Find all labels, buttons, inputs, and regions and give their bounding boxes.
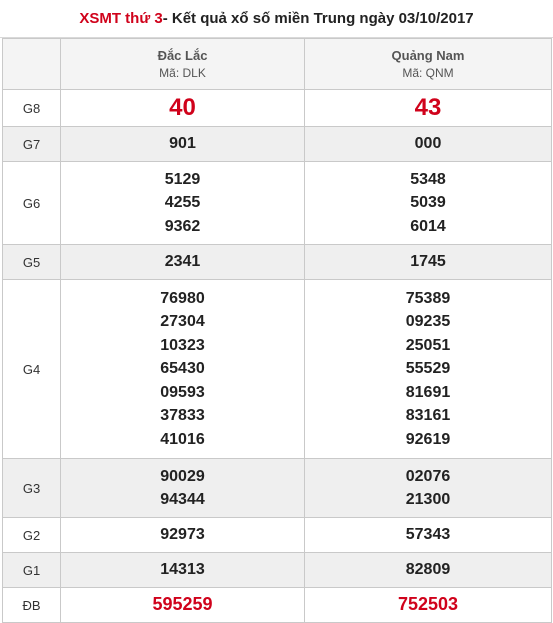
dac-lac-result-cell: 2341	[60, 244, 305, 280]
province-code: Mã: DLK	[159, 66, 206, 80]
prize-label: G3	[2, 458, 61, 518]
result-number: 09593	[160, 383, 205, 401]
result-number: 55529	[405, 360, 451, 378]
province-name: Quảng Nam	[391, 48, 465, 63]
result-number: 40	[169, 94, 196, 122]
quang-nam-result-cell: 02076 21300	[304, 458, 552, 518]
province-header-quang-nam: Quảng Nam Mã: QNM	[304, 38, 552, 90]
province-code: Mã: QNM	[402, 66, 454, 80]
quang-nam-result-cell: 43	[304, 89, 552, 127]
prize-label: G7	[2, 126, 61, 162]
result-number: 2341	[164, 253, 201, 271]
result-number: 4255	[164, 194, 201, 212]
xsmt-day-link[interactable]: XSMT thứ 3	[79, 10, 162, 27]
result-number: 02076	[405, 467, 451, 485]
table-row: G2 92973 57343	[2, 517, 552, 553]
result-number: 37833	[160, 407, 205, 425]
dac-lac-result-cell: 92973	[60, 517, 305, 553]
dac-lac-result-cell: 90029 94344	[60, 458, 305, 518]
result-number: 57343	[405, 526, 451, 544]
result-number: 27304	[160, 313, 205, 331]
results-table: Đắc Lắc Mã: DLK Quảng Nam Mã: QNM G8 40 43…	[2, 38, 552, 623]
result-number: 75389	[405, 289, 451, 307]
result-number: 14313	[160, 561, 205, 579]
result-number: 752503	[397, 594, 459, 615]
result-number: 09235	[405, 313, 451, 331]
result-number: 595259	[152, 594, 213, 615]
table-row: G4 76980 27304 10323 65430 09593 37833 41016 753…	[2, 279, 552, 459]
table-row: G3 90029 94344 02076 21300	[2, 458, 552, 518]
result-number: 000	[414, 135, 442, 153]
result-number: 92619	[405, 430, 451, 448]
prize-label: G8	[2, 89, 61, 127]
dac-lac-result-cell: 14313	[60, 552, 305, 588]
result-number: 25051	[405, 336, 451, 354]
result-number: 90029	[160, 467, 205, 485]
quang-nam-result-cell: 752503	[304, 587, 552, 623]
dac-lac-result-cell: 901	[60, 126, 305, 162]
page-title: XSMT thứ 3 - Kết quả xổ số miền Trung ng…	[0, 0, 553, 38]
result-number: 76980	[160, 289, 205, 307]
table-row: G8 40 43	[2, 89, 552, 127]
prize-label: G2	[2, 517, 61, 553]
dac-lac-result-cell: 5129 4255 9362	[60, 161, 305, 245]
prize-label: G1	[2, 552, 61, 588]
province-header-dac-lac: Đắc Lắc Mã: DLK	[60, 38, 305, 90]
dac-lac-result-cell: 76980 27304 10323 65430 09593 37833 41016	[60, 279, 305, 459]
result-number: 5129	[164, 170, 201, 188]
table-header-row: Đắc Lắc Mã: DLK Quảng Nam Mã: QNM	[2, 38, 552, 90]
result-number: 1745	[410, 253, 446, 271]
result-number: 94344	[160, 491, 205, 508]
table-row: G5 2341 1745	[2, 244, 552, 280]
table-row: G6 5129 4255 9362 5348 5039 6014	[2, 161, 552, 245]
prize-label: G6	[2, 161, 61, 245]
page-title-text: - Kết quả xổ số miền Trung ngày 03/10/20…	[162, 10, 474, 27]
result-number: 43	[414, 94, 442, 122]
result-number: 9362	[164, 217, 201, 235]
province-name: Đắc Lắc	[157, 48, 208, 63]
quang-nam-result-cell: 1745	[304, 244, 552, 280]
dac-lac-result-cell: 595259	[60, 587, 305, 623]
quang-nam-result-cell: 75389 09235 25051 55529 81691 83161 92619	[304, 279, 552, 459]
quang-nam-result-cell: 82809	[304, 552, 552, 588]
result-number: 10323	[160, 336, 205, 354]
result-number: 901	[169, 135, 196, 153]
result-number: 65430	[160, 360, 205, 378]
prize-label: G4	[2, 279, 61, 459]
result-number: 5348	[410, 170, 446, 188]
quang-nam-result-cell: 5348 5039 6014	[304, 161, 552, 245]
table-row: G7 901 000	[2, 126, 552, 162]
prize-label: G5	[2, 244, 61, 280]
result-number: 83161	[405, 407, 451, 425]
quang-nam-result-cell: 57343	[304, 517, 552, 553]
result-number: 6014	[410, 217, 446, 235]
table-row: ĐB 595259 752503	[2, 587, 552, 623]
dac-lac-result-cell: 40	[60, 89, 305, 127]
header-empty-cell	[2, 38, 61, 90]
table-row: G1 14313 82809	[2, 552, 552, 588]
quang-nam-result-cell: 000	[304, 126, 552, 162]
result-number: 41016	[160, 430, 205, 448]
result-number: 92973	[160, 526, 205, 544]
result-number: 81691	[405, 383, 451, 401]
result-number: 82809	[405, 561, 451, 579]
prize-label: ĐB	[2, 587, 61, 623]
result-number: 5039	[410, 194, 446, 212]
result-number: 21300	[405, 491, 451, 508]
